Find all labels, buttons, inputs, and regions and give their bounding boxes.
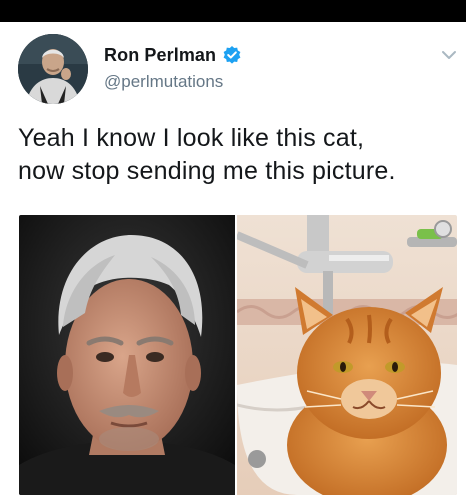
avatar-image bbox=[18, 34, 88, 104]
verified-badge-icon bbox=[222, 45, 242, 65]
media-photo-cat[interactable] bbox=[237, 215, 457, 495]
tweet-media[interactable] bbox=[19, 215, 457, 495]
display-name-row: Ron Perlman bbox=[104, 44, 242, 66]
display-name[interactable]: Ron Perlman bbox=[104, 45, 216, 66]
chevron-down-icon[interactable] bbox=[441, 48, 457, 60]
user-handle[interactable]: @perlmutations bbox=[104, 72, 223, 92]
media-photo-man[interactable] bbox=[19, 215, 235, 495]
tweet-text-line: Yeah I know I look like this cat, bbox=[18, 124, 365, 152]
avatar[interactable] bbox=[18, 34, 88, 104]
tweet-text-line: now stop sending me this picture. bbox=[18, 157, 396, 185]
screenshot-frame: Ron Perlman @perlmutations Yeah I know I… bbox=[0, 0, 466, 500]
tweet-card: Ron Perlman @perlmutations Yeah I know I… bbox=[0, 22, 466, 500]
tweet-text: Yeah I know I look like this cat, now st… bbox=[18, 122, 458, 188]
